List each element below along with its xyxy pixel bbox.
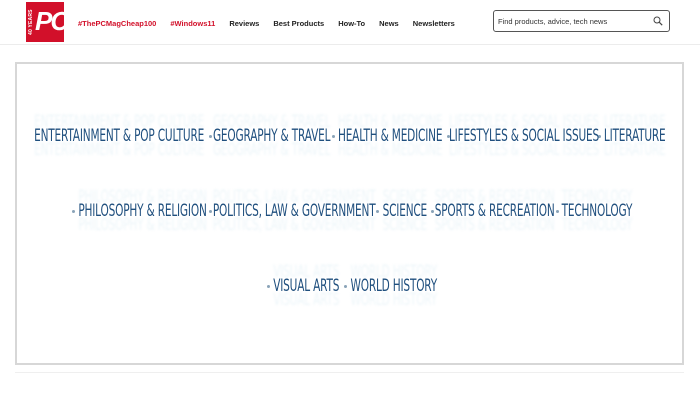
topic-slot: GEOGRAPHY & TRAVEL [213,126,330,146]
topic-banner: ENTERTAINMENT & POP CULTURE GEOGRAPHY & … [15,62,684,365]
topic-politics-law-government[interactable]: POLITICS, LAW & GOVERNMENT [213,201,376,221]
topic-lifestyles-social-issues[interactable]: LIFESTYLES & SOCIAL ISSUES [448,126,598,146]
bullet-separator [266,284,270,288]
topic-list: ENTERTAINMENT & POP CULTURE GEOGRAPHY & … [17,64,682,363]
topic-science[interactable]: SCIENCE [383,201,428,221]
topic-slot: WORLD HISTORY [350,276,437,296]
search-box[interactable] [493,10,670,32]
magnifier-icon[interactable] [653,16,663,26]
logo-years-label: 40 YEARS [28,9,34,35]
topic-world-history[interactable]: WORLD HISTORY [350,276,437,296]
topic-philosophy-religion[interactable]: PHILOSOPHY & RELIGION [78,201,207,221]
topic-slot: ENTERTAINMENT & POP CULTURE [35,126,205,146]
bullet-separator [72,209,75,213]
topic-entertainment-pop-culture[interactable]: ENTERTAINMENT & POP CULTURE [35,126,205,146]
topic-sports-recreation[interactable]: SPORTS & RECREATION [435,201,555,221]
bullet-separator [431,209,434,213]
topic-slot: PHILOSOPHY & RELIGION [78,201,207,221]
nav-link-windows11[interactable]: #Windows11 [170,19,215,28]
logo-mark: PC [35,6,64,36]
topic-slot: LITERATURE [604,126,666,146]
bullet-separator [376,209,379,213]
top-navigation-bar: 40 YEARS PC #ThePCMagCheap100 #Windows11… [0,0,700,45]
bullet-separator [343,284,347,288]
topic-literature[interactable]: LITERATURE [604,126,666,146]
main-nav: #ThePCMagCheap100 #Windows11 Reviews Bes… [78,17,469,29]
topic-geography-travel[interactable]: GEOGRAPHY & TRAVEL [213,126,330,146]
nav-link-reviews[interactable]: Reviews [229,19,259,28]
topic-row: VISUAL ARTS WORLD HISTORY [17,276,682,296]
pcmag-logo[interactable]: 40 YEARS PC [26,2,64,42]
bullet-separator [331,134,335,138]
nav-link-best-products[interactable]: Best Products [273,19,324,28]
bullet-separator [209,209,212,213]
nav-link-how-to[interactable]: How-To [338,19,365,28]
nav-link-newsletters[interactable]: Newsletters [413,19,455,28]
topic-technology[interactable]: TECHNOLOGY [562,201,633,221]
search-input[interactable] [498,14,648,28]
topic-slot: LIFESTYLES & SOCIAL ISSUES [448,126,598,146]
bullet-separator [208,134,212,138]
nav-link-news[interactable]: News [379,19,399,28]
topic-slot: POLITICS, LAW & GOVERNMENT [213,201,376,221]
nav-link-cheap100[interactable]: #ThePCMagCheap100 [78,19,156,28]
topic-row: ENTERTAINMENT & POP CULTURE GEOGRAPHY & … [17,126,682,146]
divider [15,372,684,373]
topic-slot: SCIENCE [383,201,428,221]
topic-row: PHILOSOPHY & RELIGION POLITICS, LAW & GO… [17,201,682,221]
topic-slot: SPORTS & RECREATION [435,201,555,221]
topic-visual-arts[interactable]: VISUAL ARTS [273,276,339,296]
topic-slot: HEALTH & MEDICINE [338,126,443,146]
topic-slot: VISUAL ARTS [273,276,339,296]
topic-slot: TECHNOLOGY [562,201,633,221]
topic-health-medicine[interactable]: HEALTH & MEDICINE [338,126,443,146]
bullet-separator [556,209,559,213]
